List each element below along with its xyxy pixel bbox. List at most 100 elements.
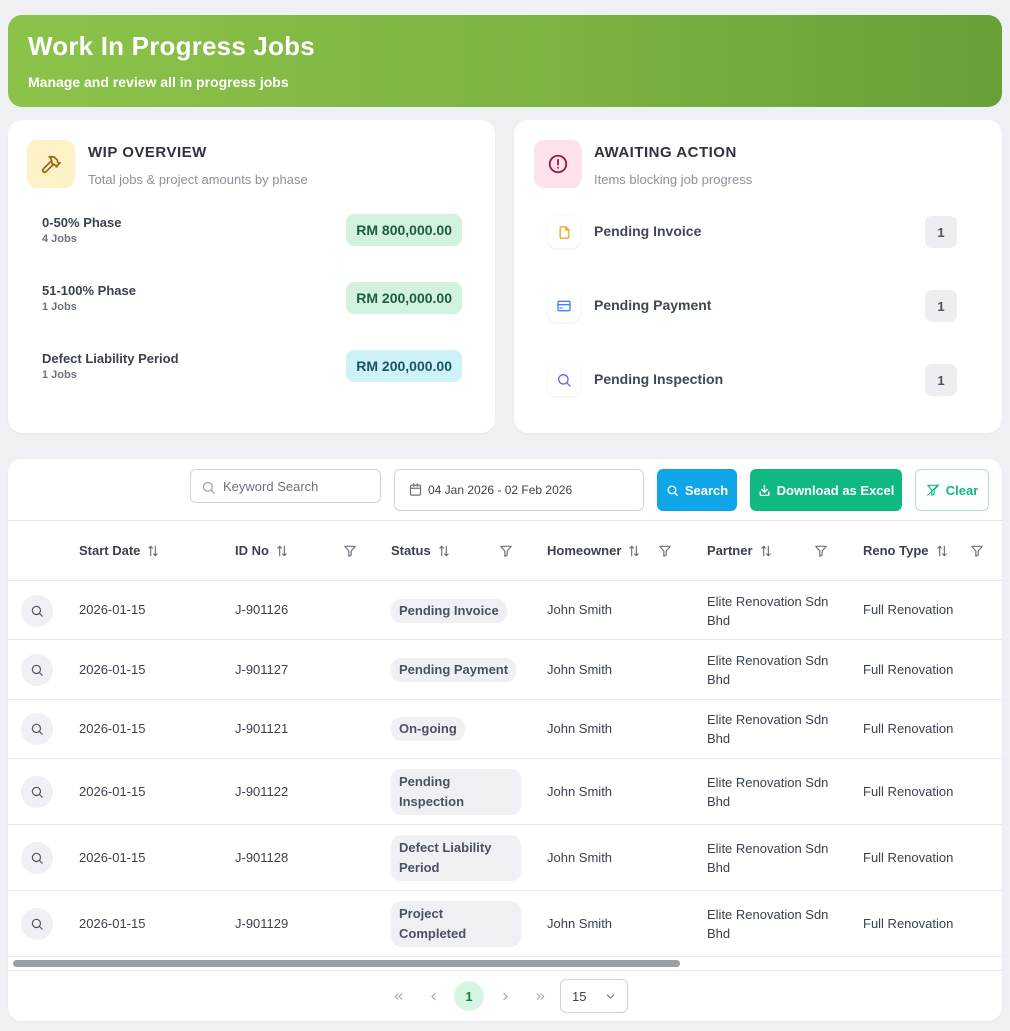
pagination: 1 15 (8, 979, 1002, 1013)
download-icon (759, 484, 770, 496)
chevron-left-icon (430, 992, 436, 1000)
wip-title: WIP OVERVIEW (88, 144, 207, 161)
view-job-button[interactable] (21, 776, 53, 808)
clear-label: Clear (945, 482, 979, 498)
search-icon (31, 918, 43, 930)
view-job-button[interactable] (21, 713, 53, 745)
awaiting-item-pending-inspection[interactable]: Pending Inspection 1 (548, 364, 957, 396)
view-job-button[interactable] (21, 908, 53, 940)
cell-id-no: J-901127 (235, 662, 289, 677)
search-icon (667, 484, 678, 496)
filter-icon[interactable] (814, 544, 828, 558)
keyword-search-field[interactable] (190, 469, 381, 503)
table-row: 2026-01-15 J-901129 Project Completed Jo… (8, 891, 1002, 957)
next-page-button[interactable] (490, 981, 520, 1011)
cell-reno-type: Full Renovation (863, 850, 954, 865)
last-page-button[interactable] (525, 981, 555, 1011)
cell-homeowner: John Smith (547, 721, 613, 736)
awaiting-title: AWAITING ACTION (594, 144, 737, 161)
date-range-value: 04 Jan 2026 - 02 Feb 2026 (428, 483, 573, 497)
filter-icon[interactable] (343, 544, 357, 558)
download-excel-button[interactable]: Download as Excel (750, 469, 902, 511)
prev-page-button[interactable] (418, 981, 448, 1011)
horizontal-scrollbar[interactable] (8, 957, 1002, 971)
table-header: Start Date ID No Status Homeowner Partne… (8, 521, 1002, 581)
phase-amount: RM 800,000.00 (346, 214, 462, 246)
first-page-button[interactable] (383, 981, 413, 1011)
sort-icon[interactable] (275, 544, 289, 558)
awaiting-item-pending-payment[interactable]: Pending Payment 1 (548, 290, 957, 322)
cell-partner: Elite Renovation Sdn Bhd (707, 712, 829, 746)
cell-reno-type: Full Renovation (863, 602, 954, 617)
keyword-search-input[interactable] (223, 476, 373, 496)
jobs-table-card: 04 Jan 2026 - 02 Feb 2026 Search Downloa… (8, 459, 1002, 1021)
sort-icon[interactable] (759, 544, 773, 558)
awaiting-count: 1 (925, 290, 957, 322)
credit-card-icon (548, 290, 580, 322)
phase-amount: RM 200,000.00 (346, 282, 462, 314)
sort-icon[interactable] (935, 544, 949, 558)
wip-subtitle: Total jobs & project amounts by phase (88, 172, 308, 187)
awaiting-label: Pending Invoice (594, 223, 702, 239)
cell-homeowner: John Smith (547, 850, 613, 865)
alert-circle-icon (534, 140, 582, 188)
status-badge: Defect Liability Period (391, 835, 521, 881)
search-button[interactable]: Search (657, 469, 737, 511)
sort-icon[interactable] (437, 544, 451, 558)
cell-homeowner: John Smith (547, 602, 613, 617)
filter-icon[interactable] (658, 544, 672, 558)
column-status[interactable]: Status (391, 543, 451, 558)
column-start-date[interactable]: Start Date (79, 543, 160, 558)
phase-item: 0-50% Phase 4 Jobs RM 800,000.00 (42, 214, 462, 254)
rows-per-page-value: 15 (572, 989, 587, 1004)
status-badge: Pending Payment (391, 658, 517, 682)
view-job-button[interactable] (21, 654, 53, 686)
filter-icon[interactable] (970, 544, 984, 558)
sort-icon[interactable] (146, 544, 160, 558)
cell-id-no: J-901129 (235, 916, 289, 931)
column-homeowner[interactable]: Homeowner (547, 543, 641, 558)
table-row: 2026-01-15 J-901122 Pending Inspection J… (8, 759, 1002, 825)
chevron-right-icon (502, 992, 508, 1000)
phase-item: Defect Liability Period 1 Jobs RM 200,00… (42, 350, 462, 390)
search-icon (31, 664, 43, 676)
clear-filters-button[interactable]: Clear (915, 469, 989, 511)
phase-item: 51-100% Phase 1 Jobs RM 200,000.00 (42, 282, 462, 322)
download-excel-label: Download as Excel (776, 482, 895, 498)
date-range-picker[interactable]: 04 Jan 2026 - 02 Feb 2026 (394, 469, 644, 511)
awaiting-label: Pending Payment (594, 297, 712, 313)
column-reno-type[interactable]: Reno Type (863, 543, 949, 558)
search-icon (31, 852, 43, 864)
cell-start-date: 2026-01-15 (79, 916, 146, 931)
awaiting-count: 1 (925, 364, 957, 396)
awaiting-item-pending-invoice[interactable]: Pending Invoice 1 (548, 216, 957, 248)
cell-homeowner: John Smith (547, 916, 613, 931)
scrollbar-thumb[interactable] (13, 960, 680, 967)
status-badge: On-going (391, 717, 465, 741)
table-row: 2026-01-15 J-901126 Pending Invoice John… (8, 581, 1002, 640)
awaiting-subtitle: Items blocking job progress (594, 172, 753, 187)
wip-overview-card: WIP OVERVIEW Total jobs & project amount… (8, 120, 495, 433)
calendar-icon (409, 483, 422, 496)
cell-start-date: 2026-01-15 (79, 721, 146, 736)
column-id-no[interactable]: ID No (235, 543, 289, 558)
table-row: 2026-01-15 J-901128 Defect Liability Per… (8, 825, 1002, 891)
column-partner[interactable]: Partner (707, 543, 773, 558)
status-badge: Pending Inspection (391, 769, 521, 815)
page-button-current[interactable]: 1 (454, 981, 484, 1011)
cell-id-no: J-901126 (235, 602, 289, 617)
table-row: 2026-01-15 J-901121 On-going John Smith … (8, 700, 1002, 759)
status-badge: Project Completed (391, 901, 521, 947)
cell-start-date: 2026-01-15 (79, 602, 146, 617)
filter-clear-icon (926, 484, 939, 496)
search-icon (31, 605, 43, 617)
cell-homeowner: John Smith (547, 662, 613, 677)
sort-icon[interactable] (627, 544, 641, 558)
rows-per-page-select[interactable]: 15 (560, 979, 628, 1013)
cell-id-no: J-901121 (235, 721, 289, 736)
awaiting-count: 1 (925, 216, 957, 248)
cell-partner: Elite Renovation Sdn Bhd (707, 653, 829, 687)
filter-icon[interactable] (499, 544, 513, 558)
view-job-button[interactable] (21, 842, 53, 874)
view-job-button[interactable] (21, 595, 53, 627)
